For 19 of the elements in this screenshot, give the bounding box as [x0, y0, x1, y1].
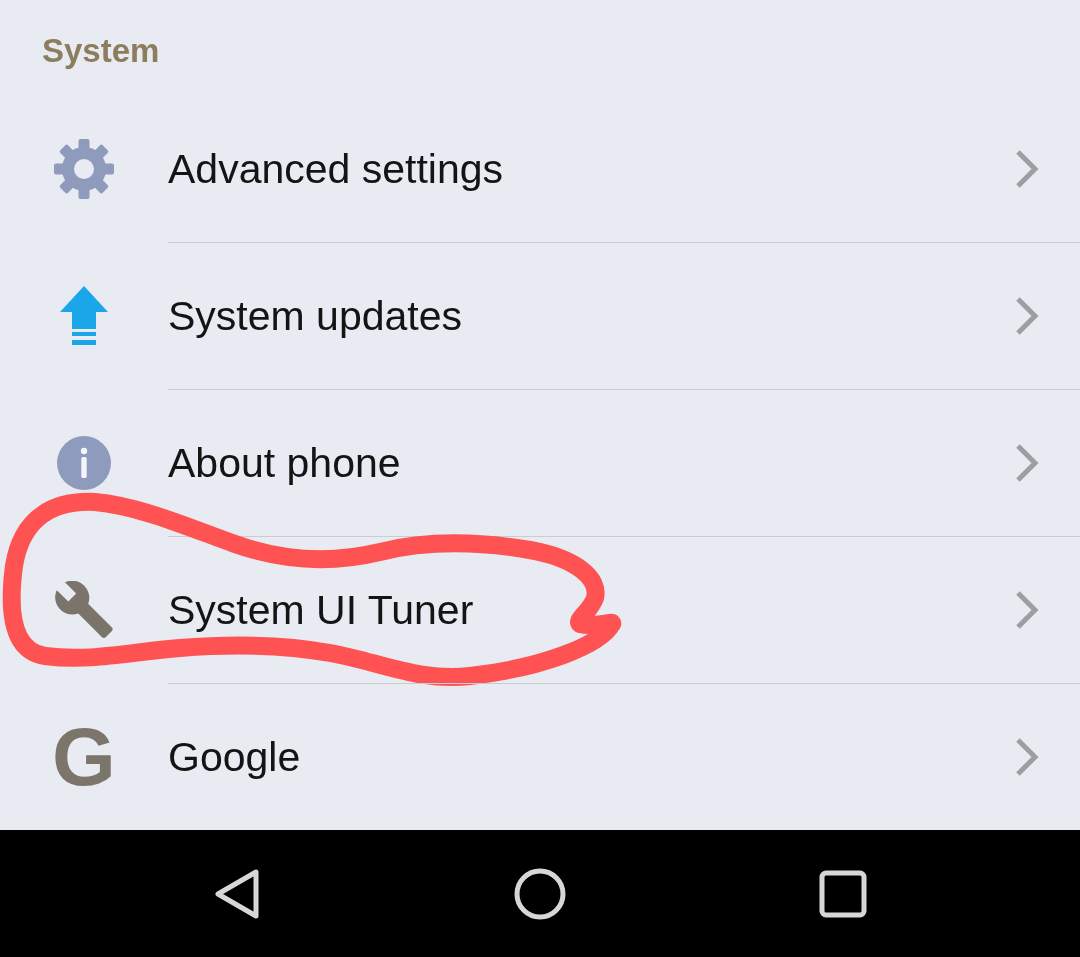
chevron-icon [1015, 737, 1039, 777]
settings-item[interactable]: System updates [0, 243, 1080, 389]
settings-item[interactable]: G Google [0, 684, 1080, 830]
chevron-icon [1015, 149, 1039, 189]
settings-item[interactable]: System UI Tuner [0, 537, 1080, 683]
chevron-icon [1015, 590, 1039, 630]
section-title: System [42, 32, 160, 69]
wrench-icon [55, 581, 113, 639]
info-icon [57, 436, 111, 490]
chevron-icon [1015, 443, 1039, 483]
upload-arrow-icon [60, 286, 108, 346]
recents-icon[interactable] [819, 869, 867, 918]
back-icon[interactable] [213, 867, 261, 920]
settings-item[interactable]: About phone [0, 390, 1080, 536]
logo-letter: G [52, 716, 116, 798]
settings-item[interactable]: Advanced settings [0, 96, 1080, 242]
gear-icon [54, 139, 114, 199]
home-icon[interactable] [514, 867, 566, 920]
chevron-icon [1015, 296, 1039, 336]
